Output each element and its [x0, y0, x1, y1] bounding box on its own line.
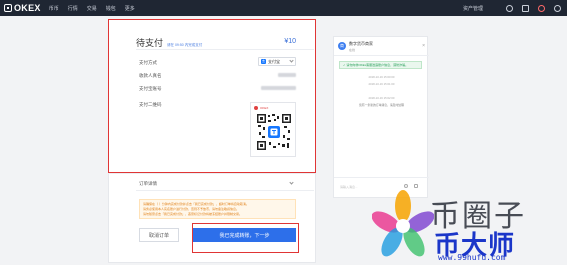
- alipay-account-redacted: [261, 86, 296, 90]
- chat-merchant-name: 数字货币商家: [349, 40, 373, 46]
- qr-brand-icon: [254, 106, 258, 110]
- payment-divider: [136, 49, 314, 50]
- logo-text: OKEX: [14, 3, 41, 13]
- chat-timestamp: 2018-10-16 15:01:00: [368, 82, 395, 86]
- cancel-order-button[interactable]: 取消订单: [139, 228, 179, 242]
- payment-amount: ¥10: [284, 38, 296, 45]
- payment-method-label: 支付方式: [139, 60, 157, 65]
- chevron-down-icon: [289, 58, 294, 63]
- chat-header-divider: [334, 55, 429, 56]
- payment-countdown: 请在 09:50 内完成支付: [167, 43, 203, 47]
- main-nav: 币币 行情 交易 钱包 更多: [49, 5, 144, 12]
- qr-code-label: 支付二维码: [139, 102, 162, 107]
- payment-notice: 请确保在（ ）分钟内完成付款并点击「我已完成付款」，超时订单将自动取消。 请务必…: [139, 199, 296, 219]
- chat-input-divider: [334, 177, 429, 178]
- alipay-icon: 支: [261, 59, 266, 64]
- avatar: 商: [338, 42, 346, 50]
- chevron-down-icon[interactable]: [289, 180, 294, 185]
- chat-security-alert: ✓ 请勿向非OKEx客服透露账户信息，谨防诈骗。: [339, 61, 422, 69]
- alipay-account-label: 支付宝账号: [139, 86, 162, 91]
- notice-line: 请勿随意点击「我已完成付款」，恶意标记付款将被冻结账户并限制交易。: [143, 212, 243, 216]
- chat-system-message: 您有一条新的订单消息，请及时处理: [359, 103, 404, 107]
- chat-timestamp: 2018-10-16 15:02:00: [368, 96, 395, 100]
- payment-method-select[interactable]: 支 支付宝: [258, 57, 296, 66]
- nav-item-wallet[interactable]: 钱包: [106, 5, 116, 12]
- chat-header: 商 数字货币商家 在线 ×: [334, 37, 429, 55]
- chat-message-input[interactable]: 请输入消息...: [340, 185, 358, 189]
- payment-method-value: 支付宝: [268, 58, 280, 64]
- watermark-logo-icon: [372, 190, 434, 257]
- payment-status-title: 待支付: [136, 38, 164, 48]
- asset-management-link[interactable]: 资产管理: [463, 5, 483, 12]
- nav-item-coin[interactable]: 币币: [49, 5, 59, 12]
- watermark-url: www.99hufu.com: [438, 253, 506, 262]
- nav-item-trade[interactable]: 交易: [87, 5, 97, 12]
- user-icon[interactable]: [506, 4, 513, 12]
- watermark: 币圈子 币大师 www.99hufu.com: [372, 183, 567, 265]
- top-navbar: OKEX 币币 行情 交易 钱包 更多 资产管理: [0, 0, 567, 16]
- qr-code-image: [256, 113, 292, 151]
- logo-icon: [4, 4, 12, 12]
- notification-bell-icon[interactable]: [538, 4, 545, 12]
- download-icon[interactable]: [522, 4, 529, 12]
- qr-header-text: OKEX: [260, 106, 269, 110]
- nav-item-more[interactable]: 更多: [125, 5, 135, 12]
- nav-item-market[interactable]: 行情: [68, 5, 78, 12]
- chat-panel: 商 数字货币商家 在线 × ✓ 请勿向非OKEx客服透露账户信息，谨防诈骗。 2…: [333, 36, 429, 198]
- qr-code-box: OKEX: [250, 102, 296, 157]
- payee-name-redacted: [278, 73, 296, 77]
- chat-timestamp: 2018-10-16 15:00:00: [368, 75, 395, 79]
- payee-name-label: 收款人真名: [139, 73, 162, 78]
- payment-done-next-button[interactable]: 我已完成转账，下一步: [193, 228, 296, 242]
- order-details-title: 订单详情: [139, 181, 157, 186]
- qr-header: OKEX: [254, 105, 294, 111]
- headset-support-icon[interactable]: [554, 4, 561, 12]
- order-divider: [136, 190, 314, 191]
- top-right-menu: 资产管理: [463, 4, 561, 12]
- close-icon[interactable]: ×: [422, 43, 425, 49]
- okex-logo[interactable]: OKEX: [4, 3, 41, 13]
- chat-merchant-status: 在线: [349, 47, 356, 52]
